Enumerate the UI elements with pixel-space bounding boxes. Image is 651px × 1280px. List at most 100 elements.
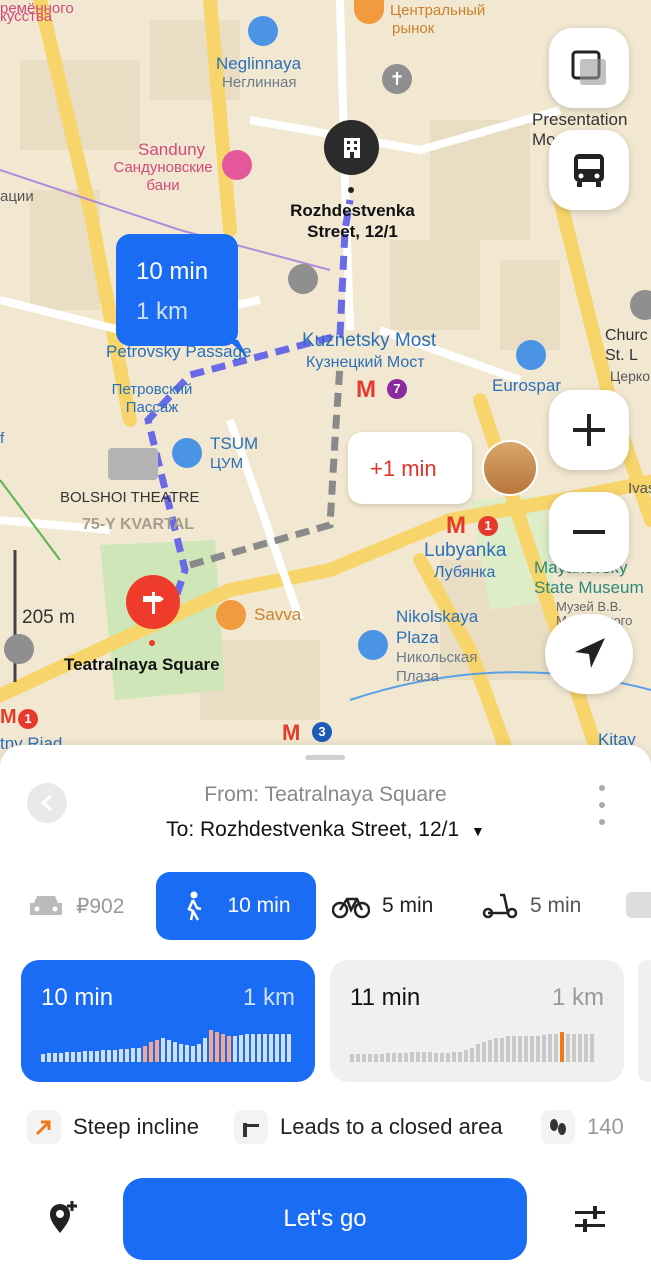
from-label[interactable]: From: Teatralnaya Square xyxy=(0,783,651,807)
metro-icon: M xyxy=(446,512,466,539)
minus-icon xyxy=(573,530,605,534)
elevation-bar xyxy=(500,1038,504,1062)
metro-icon: M xyxy=(356,376,376,403)
route-option-1[interactable]: 10 min 1 km xyxy=(21,960,315,1082)
elevation-bar xyxy=(287,1034,291,1062)
elevation-bar xyxy=(83,1051,87,1062)
flag-icon xyxy=(4,634,34,664)
elevation-bar xyxy=(560,1032,564,1062)
route-time: 10 min xyxy=(41,984,114,1011)
map-label: Lubyanka xyxy=(424,540,507,561)
elevation-bar xyxy=(269,1034,273,1062)
drag-handle[interactable] xyxy=(305,755,345,760)
chip-steps[interactable]: 140 xyxy=(541,1110,624,1144)
map-label: ЦУМ xyxy=(210,455,244,472)
elevation-bar xyxy=(578,1034,582,1062)
place-photo[interactable] xyxy=(482,440,538,496)
mode-scooter[interactable]: 5 min xyxy=(482,872,581,940)
grocery-icon xyxy=(516,340,546,370)
mode-taxi[interactable]: ₽902 xyxy=(28,872,124,940)
elevation-bar xyxy=(149,1042,153,1062)
sliders-icon xyxy=(575,1206,605,1232)
map-label: Nikolskaya Plaza xyxy=(396,607,479,647)
elevation-bar xyxy=(197,1044,201,1062)
elevation-bar xyxy=(386,1053,390,1062)
elevation-bar xyxy=(71,1052,75,1062)
bus-icon xyxy=(574,154,604,187)
route-option-2[interactable]: 11 min 1 km xyxy=(330,960,624,1082)
route-distance: 1 km xyxy=(242,984,295,1011)
signpost-icon xyxy=(143,592,164,614)
chip-steep-incline[interactable]: Steep incline xyxy=(27,1110,199,1144)
mode-label: 5 min xyxy=(382,894,434,917)
zoom-out-button[interactable] xyxy=(549,492,629,572)
layers-button[interactable] xyxy=(549,28,629,108)
lets-go-button[interactable]: Let's go xyxy=(123,1178,527,1260)
zoom-in-button[interactable] xyxy=(549,390,629,470)
plus-icon xyxy=(573,414,605,446)
elevation-bar xyxy=(239,1035,243,1062)
elevation-bar xyxy=(464,1050,468,1062)
map-label: f xyxy=(0,430,5,447)
map-label: Petrovsky Passage xyxy=(106,342,252,361)
add-waypoint-button[interactable] xyxy=(40,1195,84,1239)
elevation-bar xyxy=(227,1036,231,1062)
bubble-distance: 1 km xyxy=(136,298,189,325)
more-menu-button[interactable] xyxy=(592,785,612,825)
walk-icon xyxy=(187,891,202,921)
elevation-bar xyxy=(458,1052,462,1062)
elevation-bar xyxy=(161,1038,165,1062)
map-label: Неглинная xyxy=(222,74,297,91)
elevation-bar xyxy=(530,1036,534,1062)
route-option-3-partial[interactable] xyxy=(638,960,651,1082)
map-label: Церко xyxy=(610,368,650,384)
elevation-bar xyxy=(167,1040,171,1062)
origin-pin[interactable] xyxy=(126,575,180,629)
elevation-bar xyxy=(362,1054,366,1062)
elevation-bar xyxy=(482,1042,486,1062)
chip-label: Leads to a closed area xyxy=(280,1114,503,1139)
transit-button[interactable] xyxy=(549,130,629,210)
elevation-bar xyxy=(380,1054,384,1062)
elevation-bar xyxy=(221,1034,225,1062)
navigation-arrow-icon xyxy=(575,638,605,668)
to-selector[interactable]: To: Rozhdestvenka Street, 12/1 ▼ xyxy=(0,818,651,842)
map-label: Ivash xyxy=(628,480,651,497)
elevation-bar xyxy=(572,1034,576,1062)
metro-line-badge: 3 xyxy=(312,722,332,742)
elevation-bar xyxy=(275,1034,279,1062)
elevation-bar xyxy=(47,1053,51,1062)
elevation-bar xyxy=(548,1034,552,1062)
origin-dot xyxy=(149,640,155,646)
alt-route-bubble[interactable]: +1 min xyxy=(348,432,472,504)
mode-bike[interactable]: 5 min xyxy=(332,872,433,940)
destination-pin[interactable] xyxy=(324,120,379,175)
metro-line-badge: 1 xyxy=(18,709,38,729)
elevation-bar xyxy=(356,1054,360,1062)
elevation-bar xyxy=(245,1034,249,1062)
chip-closed-area[interactable]: Leads to a closed area xyxy=(234,1110,503,1144)
mode-bus-partial[interactable] xyxy=(626,892,651,918)
elevation-bar xyxy=(410,1052,414,1062)
map-label: Кузнецкий Мост xyxy=(306,354,425,371)
shop-icon xyxy=(172,438,202,468)
elevation-bar xyxy=(65,1052,69,1062)
mode-label: 10 min xyxy=(227,894,291,917)
elevation-bar xyxy=(512,1036,516,1062)
elevation-bar xyxy=(107,1050,111,1062)
route-settings-button[interactable] xyxy=(568,1197,612,1241)
mode-label: ₽902 xyxy=(76,894,125,918)
elevation-bar xyxy=(173,1042,177,1062)
map-view[interactable]: ремённого кусства Центральный рынок Negl… xyxy=(0,0,651,760)
elevation-profile xyxy=(41,1022,291,1062)
elevation-bar xyxy=(590,1034,594,1062)
route-time-bubble[interactable]: 10 min 1 km xyxy=(116,234,238,346)
map-label: BOLSHOI THEATRE xyxy=(60,489,200,506)
mode-walk[interactable]: 10 min xyxy=(156,872,316,940)
elevation-bar xyxy=(137,1048,141,1062)
origin-label: Teatralnaya Square xyxy=(64,655,220,674)
to-label: To: Rozhdestvenka Street, 12/1 xyxy=(166,818,460,841)
restaurant-icon xyxy=(216,600,246,630)
taxi-icon xyxy=(30,896,62,915)
locate-me-button[interactable] xyxy=(545,614,633,694)
